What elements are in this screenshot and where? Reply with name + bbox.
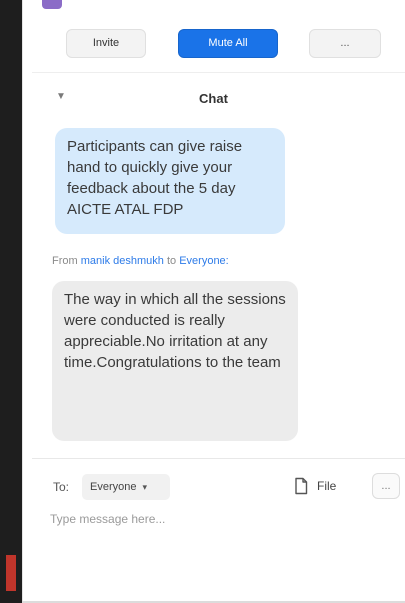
chat-title: Chat (199, 91, 228, 106)
toolbar-divider (32, 72, 405, 73)
recording-indicator (6, 555, 16, 591)
from-prefix: From (52, 255, 78, 267)
mute-all-button[interactable]: Mute All (178, 29, 278, 58)
zoom-window: Invite Mute All ... ▼ Chat Participants … (0, 0, 405, 603)
message-input[interactable] (50, 508, 390, 596)
meeting-video-edge (0, 0, 22, 603)
to-label: To: (53, 480, 70, 494)
received-message-bubble: The way in which all the sessions were c… (52, 281, 298, 441)
file-label: File (317, 479, 337, 493)
message-sender-line: From manik deshmukh to Everyone: (52, 255, 229, 267)
chat-header: ▼ Chat (22, 84, 405, 114)
caret-down-icon: ▾ (142, 482, 148, 492)
composer-divider (32, 458, 405, 459)
file-icon (293, 477, 309, 495)
sent-message-bubble: Participants can give raise hand to quic… (55, 128, 285, 234)
recipient-dropdown[interactable]: Everyone ▾ (82, 474, 170, 500)
recipient-link[interactable]: Everyone: (179, 255, 229, 267)
participant-avatar-edge (42, 0, 62, 9)
invite-button[interactable]: Invite (66, 29, 146, 58)
composer-more-button[interactable]: ... (372, 473, 400, 499)
sender-name-link[interactable]: manik deshmukh (81, 255, 164, 267)
file-button[interactable]: File (293, 475, 336, 497)
participants-more-button[interactable]: ... (309, 29, 381, 58)
to-word: to (166, 255, 177, 267)
recipient-value: Everyone (90, 481, 137, 493)
